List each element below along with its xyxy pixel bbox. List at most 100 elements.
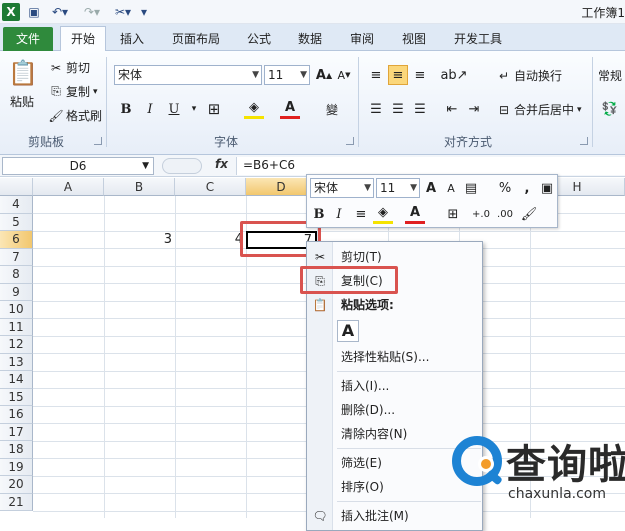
percent-button[interactable]: %: [495, 178, 515, 198]
menu-item-delete[interactable]: 删除(D)...: [307, 399, 482, 421]
formula-input[interactable]: =B6+C6: [236, 157, 625, 175]
tab-insert[interactable]: 插入: [114, 28, 150, 50]
tab-view[interactable]: 视图: [396, 28, 432, 50]
formula-bar-resize-handle[interactable]: [162, 158, 202, 174]
redo-icon[interactable]: ↷▾: [80, 3, 104, 21]
row-header[interactable]: 16: [0, 406, 33, 424]
column-header-a[interactable]: A: [33, 178, 104, 196]
tab-home[interactable]: 开始: [60, 26, 106, 52]
row-header[interactable]: 5: [0, 213, 33, 231]
row-header[interactable]: 6: [0, 231, 33, 249]
orientation-icon[interactable]: ab↗: [440, 65, 467, 85]
shrink-font-icon[interactable]: A ▼: [334, 65, 354, 85]
font-color-icon[interactable]: A: [405, 204, 425, 224]
menu-item-paste-special[interactable]: 选择性粘贴(S)...: [307, 346, 482, 368]
italic-button[interactable]: I: [140, 99, 160, 119]
row-header[interactable]: 8: [0, 266, 33, 284]
decrease-indent-icon[interactable]: ⇤: [442, 99, 462, 119]
grow-font-icon[interactable]: A: [421, 178, 441, 198]
row-header[interactable]: 11: [0, 318, 33, 336]
bold-button[interactable]: B: [116, 99, 136, 119]
decrease-decimal-icon[interactable]: .00: [495, 204, 515, 224]
cell-c6[interactable]: 4: [175, 232, 243, 247]
excel-logo-icon: X: [2, 3, 20, 21]
select-all-corner[interactable]: [0, 178, 33, 196]
alignment-dialog-launcher[interactable]: [580, 137, 588, 145]
comma-button[interactable]: ,: [517, 178, 537, 198]
name-box[interactable]: D6 ▼: [2, 157, 154, 175]
font-dialog-launcher[interactable]: [346, 137, 354, 145]
clipboard-dialog-launcher[interactable]: [94, 137, 102, 145]
mini-bold-button[interactable]: B: [309, 204, 329, 224]
wrap-text-button[interactable]: ↵ 自动换行: [496, 67, 562, 84]
align-left-icon[interactable]: ☰: [366, 99, 386, 119]
tab-developer[interactable]: 开发工具: [448, 28, 508, 50]
borders-icon[interactable]: ⊞: [443, 204, 463, 224]
increase-decimal-icon[interactable]: +.0: [471, 204, 491, 224]
paste-icon[interactable]: 📋: [6, 57, 40, 89]
tab-review[interactable]: 审阅: [344, 28, 380, 50]
menu-item-label: 清除内容(N): [341, 427, 408, 441]
menu-item-cut[interactable]: ✂ 剪切(T): [307, 246, 482, 268]
font-color-icon[interactable]: A: [280, 99, 300, 119]
row-header[interactable]: 21: [0, 493, 33, 511]
customize-qat-icon[interactable]: ▾: [138, 3, 150, 21]
format-painter-button[interactable]: 🖌 格式刷: [48, 107, 102, 124]
increase-indent-icon[interactable]: ⇥: [464, 99, 484, 119]
fill-color-icon[interactable]: ◈: [373, 204, 393, 224]
row-header[interactable]: 13: [0, 353, 33, 371]
copy-button[interactable]: ⎘ 复制 ▾: [48, 83, 97, 100]
row-header[interactable]: 12: [0, 336, 33, 354]
row-header[interactable]: 9: [0, 283, 33, 301]
menu-item-insert[interactable]: 插入(I)...: [307, 375, 482, 397]
format-painter-icon[interactable]: 🖌: [519, 204, 539, 224]
column-header-c[interactable]: C: [175, 178, 246, 196]
font-name-combo[interactable]: 宋体 ▼: [114, 65, 262, 85]
font-size-combo[interactable]: 11 ▼: [264, 65, 310, 85]
row-header[interactable]: 20: [0, 476, 33, 494]
number-format-combo[interactable]: 常规: [598, 67, 622, 84]
column-header-b[interactable]: B: [104, 178, 175, 196]
align-right-icon[interactable]: ☰: [410, 99, 430, 119]
paste-button[interactable]: 粘贴: [10, 93, 34, 110]
mini-italic-button[interactable]: I: [329, 204, 349, 224]
group-separator: [592, 57, 593, 147]
phonetic-icon[interactable]: 變: [322, 99, 342, 119]
currency-icon[interactable]: 💱: [600, 99, 620, 119]
tab-formulas[interactable]: 公式: [241, 28, 277, 50]
grow-font-icon[interactable]: A ▲: [314, 65, 334, 85]
align-center-icon[interactable]: ≡: [351, 204, 371, 224]
row-header[interactable]: 17: [0, 423, 33, 441]
mini-font-size-combo[interactable]: 11 ▼: [376, 178, 420, 198]
mini-font-name-combo[interactable]: 宋体 ▼: [310, 178, 374, 198]
undo-icon[interactable]: ↶▾: [48, 3, 72, 21]
borders-icon[interactable]: ⊞: [204, 99, 224, 119]
row-header[interactable]: 14: [0, 371, 33, 389]
row-header[interactable]: 10: [0, 301, 33, 319]
align-bottom-icon[interactable]: ≡: [410, 65, 430, 85]
merge-center-button[interactable]: ⊟ 合并后居中 ▾: [496, 101, 582, 118]
tab-file[interactable]: 文件: [3, 27, 53, 51]
row-header[interactable]: 18: [0, 441, 33, 459]
row-header[interactable]: 4: [0, 196, 33, 214]
cell-b6[interactable]: 3: [104, 232, 172, 247]
format-cells-icon[interactable]: ▣: [537, 178, 557, 198]
row-header[interactable]: 15: [0, 388, 33, 406]
align-middle-icon[interactable]: ≡: [388, 65, 408, 85]
save-icon[interactable]: ▣: [26, 3, 42, 21]
chevron-down-icon[interactable]: ▾: [184, 99, 204, 119]
number-format-icon[interactable]: ▤: [461, 178, 481, 198]
shrink-font-icon[interactable]: A: [441, 178, 461, 198]
fill-color-icon[interactable]: ◈: [244, 99, 264, 119]
tools-icon[interactable]: ✂▾: [110, 3, 136, 21]
underline-button[interactable]: U: [164, 99, 184, 119]
row-header[interactable]: 19: [0, 458, 33, 476]
align-center-icon[interactable]: ☰: [388, 99, 408, 119]
paste-values-option[interactable]: A: [337, 320, 359, 342]
tab-data[interactable]: 数据: [292, 28, 328, 50]
insert-function-icon[interactable]: fx: [215, 157, 228, 171]
tab-page-layout[interactable]: 页面布局: [166, 28, 226, 50]
row-header[interactable]: 7: [0, 248, 33, 266]
align-top-icon[interactable]: ≡: [366, 65, 386, 85]
cut-button[interactable]: ✂ 剪切: [48, 59, 90, 76]
